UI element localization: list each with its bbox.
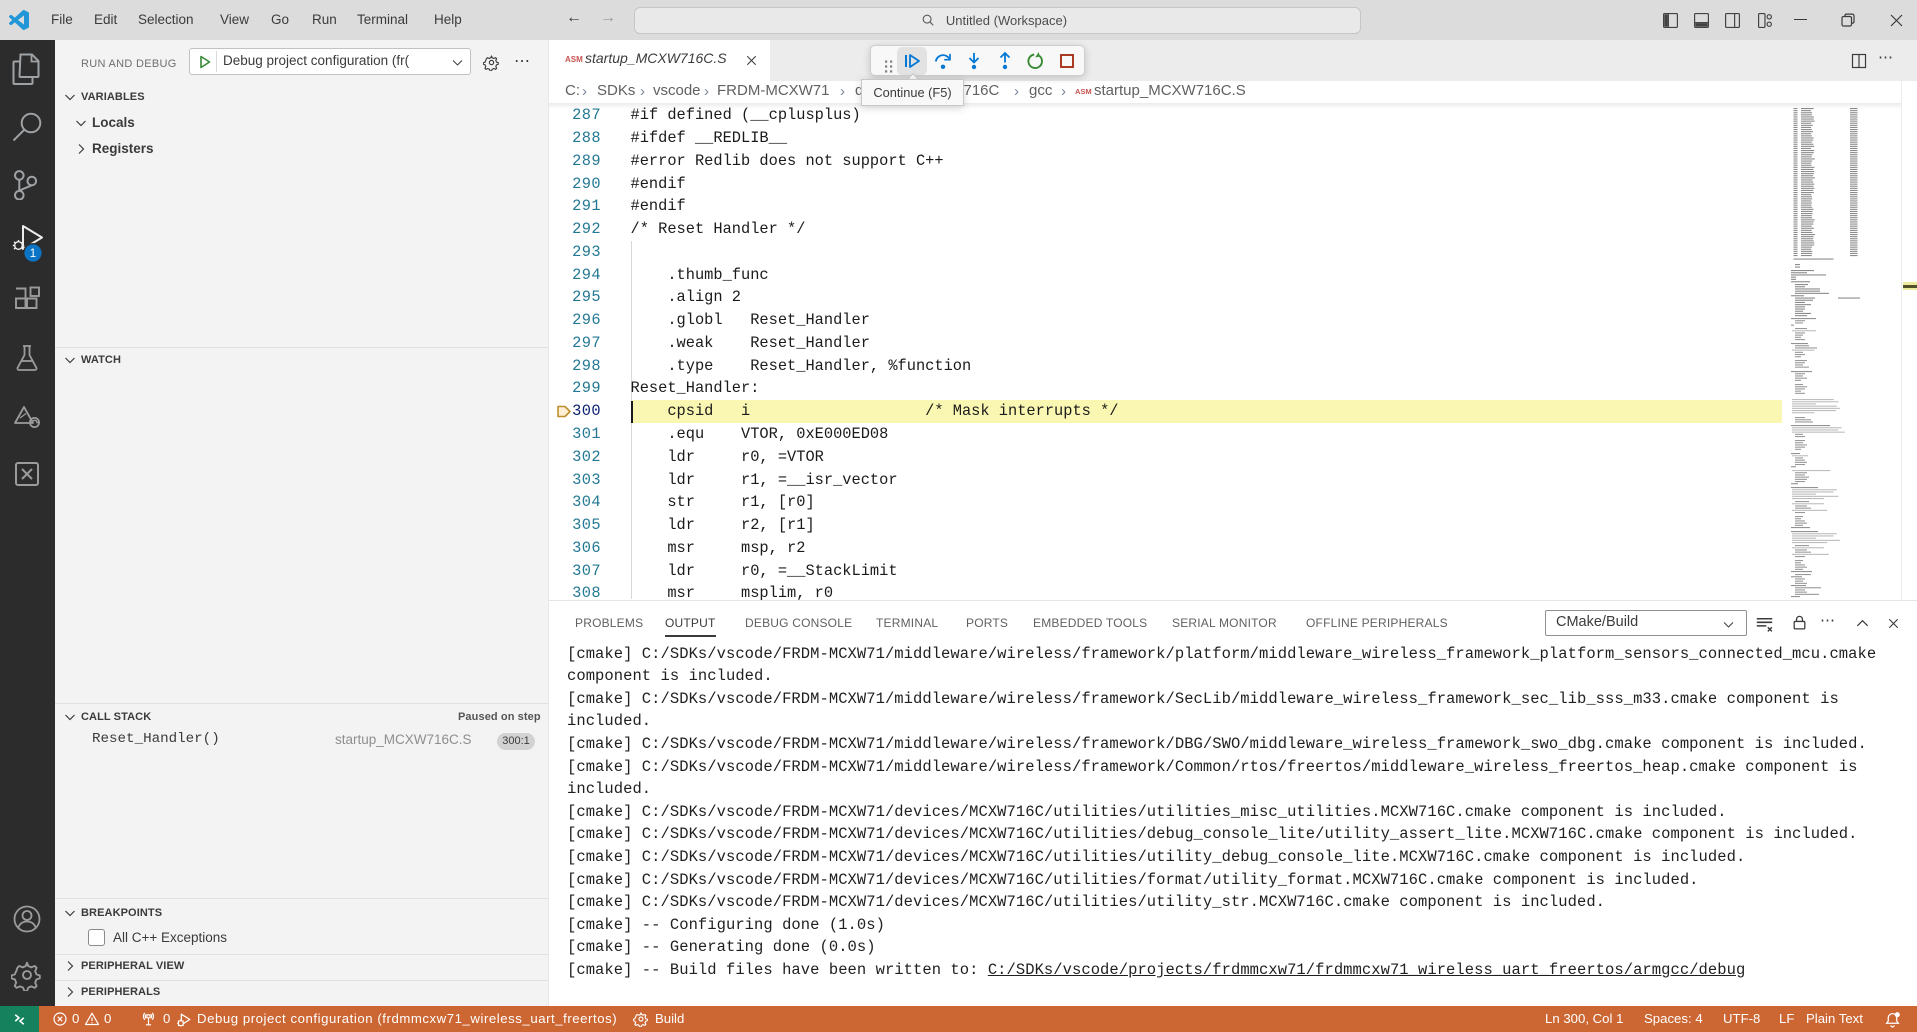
svg-text:1: 1 [30,248,36,260]
